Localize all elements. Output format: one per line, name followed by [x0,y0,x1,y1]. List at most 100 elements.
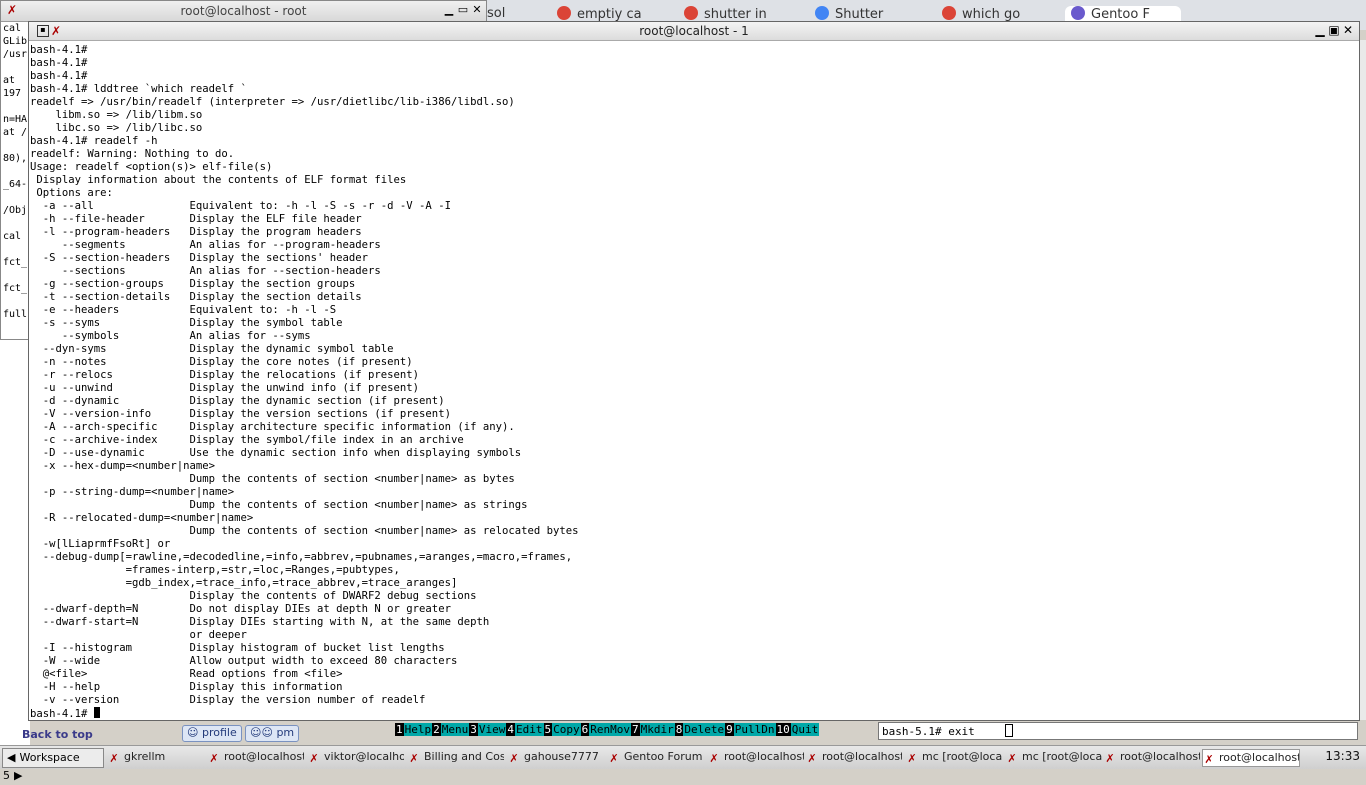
next-workspace-icon[interactable]: ▶ [10,769,26,782]
terminal-line: --dyn-syms Display the dynamic symbol ta… [30,343,394,355]
mc-key-label: Quit [790,723,820,736]
app-icon: ✗ [709,752,719,765]
terminal-line: Dump the contents of section <number|nam… [30,525,579,537]
taskbar-item[interactable]: ✗ root@localhost [1202,749,1300,767]
terminal-line: -x --hex-dump=<number|name> [30,460,215,472]
mc-key-number: 2 [432,723,441,736]
terminal-cursor [93,707,100,718]
terminal-line: =gdb_index,=trace_info,=trace_abbrev,=tr… [30,577,458,589]
browser-tab-label: Shutter [835,7,884,22]
back-window-titlebar[interactable]: ✗ root@localhost - root ▁ ▭ ✕ [1,1,486,22]
mc-key-edit[interactable]: 4 Edit [506,723,544,736]
mc-key-help[interactable]: 1 Help [395,723,433,736]
terminal-line: -W --wide Allow output width to exceed 8… [30,655,458,667]
close-icon[interactable]: ✕ [470,3,484,16]
terminal-line: -h --file-header Display the ELF file he… [30,213,362,225]
taskbar-item[interactable]: ✗ root@localhost [1104,749,1200,765]
taskbar-item[interactable]: ✗ mc [root@local [1006,749,1102,765]
back-to-top-link[interactable]: Back to top [22,728,93,741]
taskbar-item[interactable]: ✗ root@localhost [208,749,304,765]
terminal-line: bash-4.1# [30,44,88,56]
taskbar-item-label: root@localhost [822,750,902,763]
taskbar-item-label: Gentoo Forum [624,750,703,763]
main-window-titlebar[interactable]: ▪ ✗ root@localhost - 1 ▁ ▣ ✕ [29,22,1359,41]
taskbar-item-label: root@localhost [724,750,804,763]
prompt-text: bash-4.1# [30,708,94,720]
terminal-line: -l --program-headers Display the program… [30,226,362,238]
taskbar-item[interactable]: ✗ gahouse7777 [508,749,604,765]
terminal-line: readelf: Warning: Nothing to do. [30,148,235,160]
terminal-line: -t --section-details Display the section… [30,291,362,303]
taskbar-item-label: root@localhost [1120,750,1200,763]
mc-key-number: 3 [469,723,478,736]
mc-key-number: 4 [506,723,515,736]
app-icon: ✗ [1204,753,1214,766]
terminal-line: -n --notes Display the core notes (if pr… [30,356,413,368]
shutter-icon [815,6,829,20]
main-terminal-output[interactable]: bash-4.1# bash-4.1# bash-4.1# bash-4.1# ldd… [29,44,1359,721]
terminal-line: -R --relocated-dump=<number|name> [30,512,254,524]
mc-key-view[interactable]: 3 View [469,723,507,736]
terminal-line: libc.so => /lib/libc.so [30,122,203,134]
mc-key-pulldn[interactable]: 9 PullDn [725,723,776,736]
taskbar-item[interactable]: ✗ Billing and Cost [408,749,504,765]
terminal-cursor [1005,724,1014,737]
taskbar-item-label: mc [root@local [1022,750,1102,763]
minimize-icon[interactable]: ▁ [1313,23,1327,37]
maximize-icon[interactable]: ▭ [456,3,470,16]
terminal-line: Usage: readelf <option(s)> elf-file(s) [30,161,273,173]
workspace-pager[interactable]: ◀ Workspace 5 ▶ [2,748,104,782]
mc-key-renmov[interactable]: 6 RenMov [580,723,631,736]
taskbar-item[interactable]: ✗ viktor@localho [308,749,404,765]
mc-key-label: Edit [515,723,544,736]
mc-key-number: 10 [775,723,791,736]
background-web-page [0,340,30,745]
maximize-icon[interactable]: ▣ [1327,23,1341,37]
app-icon: ✗ [807,752,817,765]
terminal-line: --segments An alias for --program-header… [30,239,381,251]
profile-button[interactable]: ☺ profile [182,725,242,742]
mc-key-delete[interactable]: 8 Delete [674,723,726,736]
pm-button-label: pm [276,726,295,739]
taskbar-item-label: viktor@localho [324,750,404,763]
mc-key-mkdir[interactable]: 7 Mkdir [631,723,675,736]
taskbar-item-label: gkrellm [124,750,166,763]
terminal-line: -D --use-dynamic Use the dynamic section… [30,447,522,459]
terminal-line: -H --help Display this information [30,681,343,693]
minimize-icon[interactable]: ▁ [442,3,456,16]
taskbar-item[interactable]: ✗ mc [root@local [906,749,1002,765]
browser-tab-label: which go [962,7,1021,22]
mc-key-number: 6 [580,723,590,736]
app-icon: ✗ [509,752,519,765]
mc-key-quit[interactable]: 10 Quit [775,723,820,736]
app-icon: ✗ [907,752,917,765]
prev-workspace-icon[interactable]: ◀ [3,751,19,764]
taskbar-item[interactable]: ✗ Gentoo Forum [608,749,704,765]
mc-key-label: PullDn [733,723,776,736]
background-scrollbar[interactable] [1360,40,1366,720]
main-window-controls: ▁ ▣ ✕ [1313,23,1355,37]
taskbar-item[interactable]: ✗ root@localhost [806,749,902,765]
terminal-line: or deeper [30,629,247,641]
browser-tab-label: shutter in [704,7,767,22]
terminal-line: -d --dynamic Display the dynamic section… [30,395,445,407]
terminal-prompt[interactable]: bash-4.1# [30,707,1359,721]
small-terminal[interactable]: bash-5.1# exit [878,722,1358,740]
terminal-line: -e --headers Equivalent to: -h -l -S [30,304,337,316]
terminal-line: readelf => /usr/bin/readelf (interpreter… [30,96,515,108]
close-icon[interactable]: ✕ [1341,23,1355,37]
mc-key-label: Menu [440,723,470,736]
terminal-line: Dump the contents of section <number|nam… [30,499,528,511]
mc-key-menu[interactable]: 2 Menu [432,723,470,736]
mc-key-label: Delete [683,723,726,736]
terminal-line: -a --all Equivalent to: -h -l -S -s -r -… [30,200,451,212]
taskbar-item-label: Billing and Cost [424,750,504,763]
taskbar-item[interactable]: ✗ root@localhost [708,749,804,765]
main-terminal-window[interactable]: ▪ ✗ root@localhost - 1 ▁ ▣ ✕ bash-4.1# bash… [28,21,1360,721]
terminal-line: -S --section-headers Display the section… [30,252,369,264]
terminal-line: -u --unwind Display the unwind info (if … [30,382,420,394]
taskbar-item[interactable]: ✗ gkrellm [108,749,204,765]
mc-key-copy[interactable]: 5 Copy [543,723,581,736]
pm-button[interactable]: ☺☺ pm [245,725,300,742]
browser-tab-label: emptiy ca [577,7,642,22]
